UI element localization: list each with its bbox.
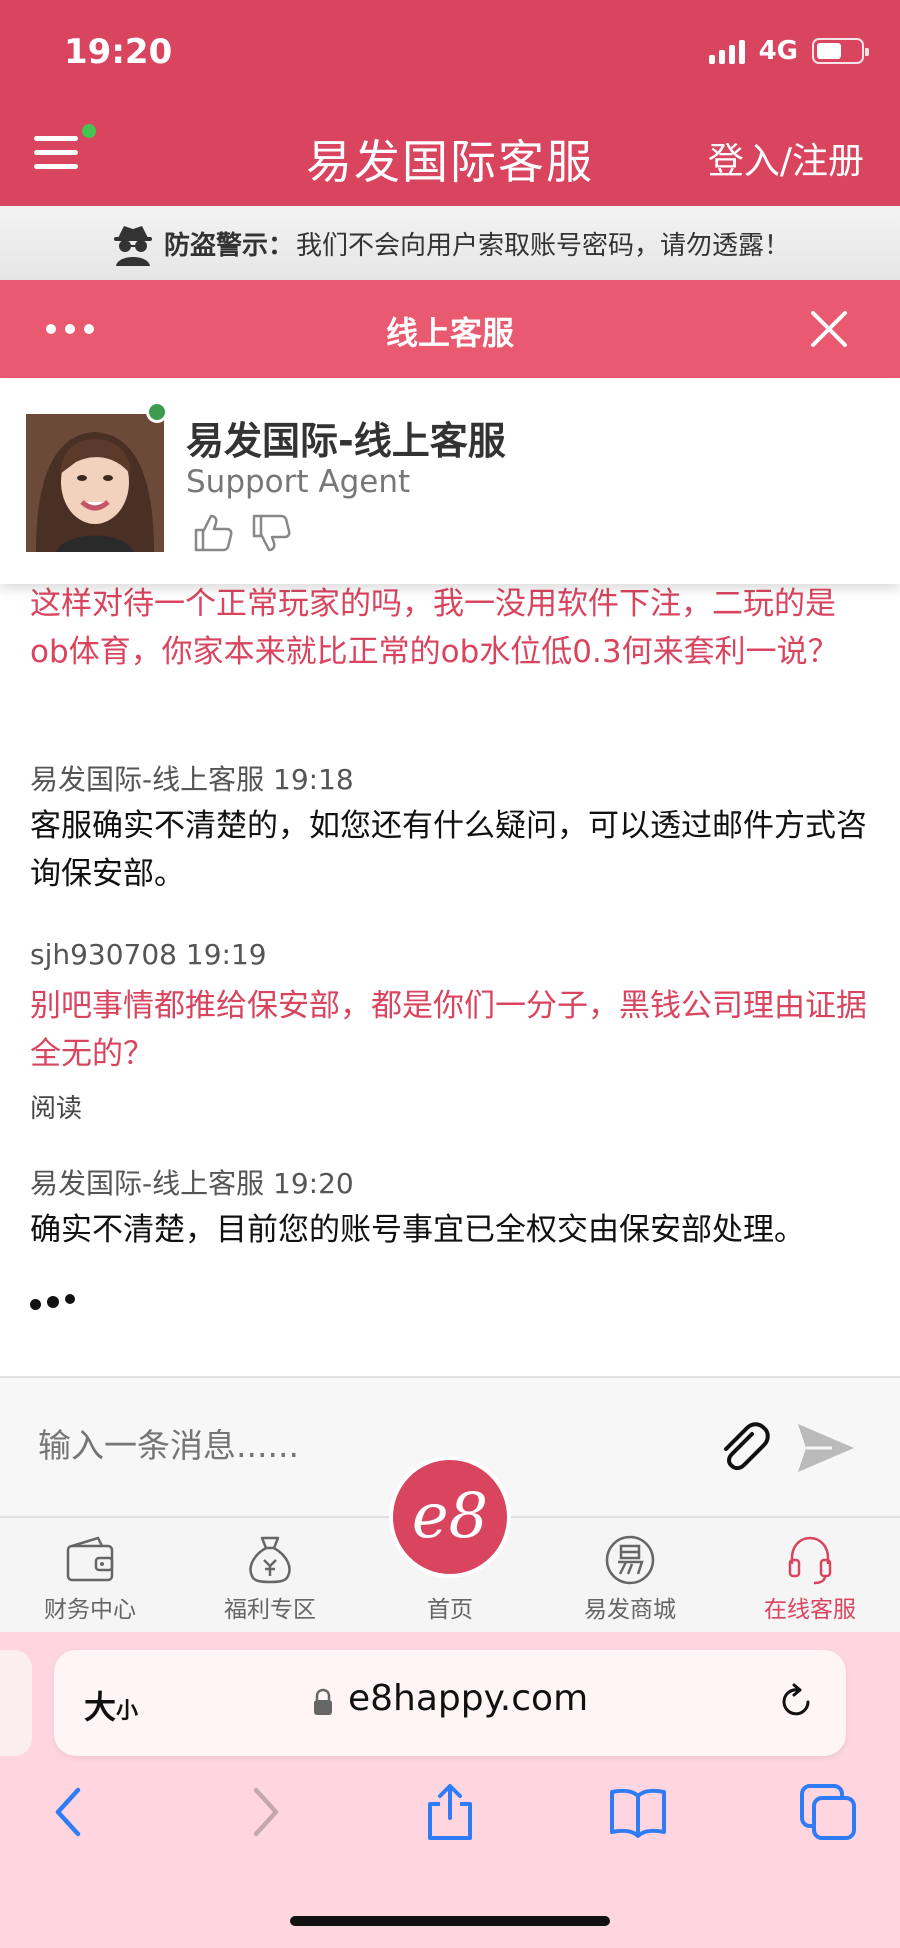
tab-label: 易发商城 [584,1597,676,1623]
tab-label: 福利专区 [224,1597,316,1623]
message-meta: 易发国际-线上客服 19:18 [30,763,354,796]
signal-icon [708,38,745,64]
agent-avatar [26,414,164,552]
message-list[interactable]: 这样对待一个正常玩家的吗，我一没用软件下注，二玩的是ob体育，你家本来就比正常的… [0,584,900,1376]
home-indicator[interactable] [290,1916,610,1926]
chat-header: 线上客服 [0,280,900,378]
online-status-indicator [146,401,168,423]
typing-indicator [30,1294,75,1310]
status-time: 19:20 [64,32,173,72]
bookmarks-icon[interactable] [608,1782,668,1842]
message-meta: 易发国际-线上客服 19:20 [30,1167,354,1200]
tab-label: 首页 [427,1597,473,1623]
text-size-button[interactable]: 大小 [84,1682,138,1728]
tab-finance-center[interactable]: 财务中心 [0,1518,180,1634]
send-icon[interactable] [796,1422,856,1474]
forward-icon[interactable] [234,1782,294,1842]
back-icon[interactable] [40,1782,100,1842]
thumbs-down-icon[interactable] [250,512,292,554]
tab-online-support[interactable]: 在线客服 [720,1518,900,1634]
agent-name: 易发国际-线上客服 [186,419,506,463]
headset-icon [788,1536,832,1585]
tab-welfare-zone[interactable]: 福利专区 [180,1518,360,1634]
wallet-icon [66,1536,114,1582]
address-bar[interactable]: 大小 e8happy.com [54,1650,846,1756]
warning-text: 我们不会向用户索取账号密码，请勿透露！ [296,230,791,261]
network-type: 4G [758,36,798,66]
message-user-text: 这样对待一个正常玩家的吗，我一没用软件下注，二玩的是ob体育，你家本来就比正常的… [30,586,839,670]
read-receipt: 阅读 [30,1094,83,1124]
text-size-large: 大 [84,1688,117,1726]
text-size-small: 小 [116,1699,139,1724]
share-icon[interactable] [420,1782,480,1842]
tab-yifa-mall[interactable]: 易发商城 [540,1518,720,1634]
attachment-icon[interactable] [714,1418,772,1476]
message-agent-text: 确实不清楚，目前您的账号事宜已全权交由保安部处理。 [30,1212,805,1248]
login-register-link[interactable]: 登入/注册 [708,132,864,184]
message-meta: sjh930708 19:19 [30,938,267,971]
lock-icon [314,1688,332,1715]
tab-label: 在线客服 [764,1597,856,1623]
url-text: e8happy.com [348,1678,589,1719]
tab-label: 财务中心 [44,1597,136,1623]
close-icon[interactable] [810,310,848,348]
money-bag-icon [249,1536,291,1584]
chat-title: 线上客服 [385,314,514,352]
anti-fraud-warning: 防盗警示： 我们不会向用户索取账号密码，请勿透露！ [0,206,900,280]
tabs-icon[interactable] [798,1782,858,1842]
home-e8-button[interactable]: e8 [389,1456,511,1578]
reload-icon[interactable] [776,1682,816,1722]
message-user-text: 别吧事情都推给保安部，都是你们一分子，黑钱公司理由证据全无的？ [30,988,867,1072]
agent-role: Support Agent [186,464,411,500]
app-header: 19:20 4G 易发国际客服 登入/注册 [0,0,900,206]
message-agent-text: 客服确实不清楚的，如您还有什么疑问，可以透过邮件方式咨询保安部。 [30,808,867,892]
battery-icon [812,38,869,64]
warning-title: 防盗警示： [163,230,294,261]
status-indicators: 4G [708,36,869,66]
browser-toolbar: 大小 e8happy.com [0,1632,900,1948]
agent-card: 易发国际-线上客服 Support Agent [0,378,900,584]
spy-icon [113,226,152,266]
message-input[interactable] [38,1426,678,1465]
thumbs-up-icon[interactable] [192,512,234,554]
mall-icon [605,1535,655,1585]
previous-tab-peek[interactable] [0,1650,32,1756]
